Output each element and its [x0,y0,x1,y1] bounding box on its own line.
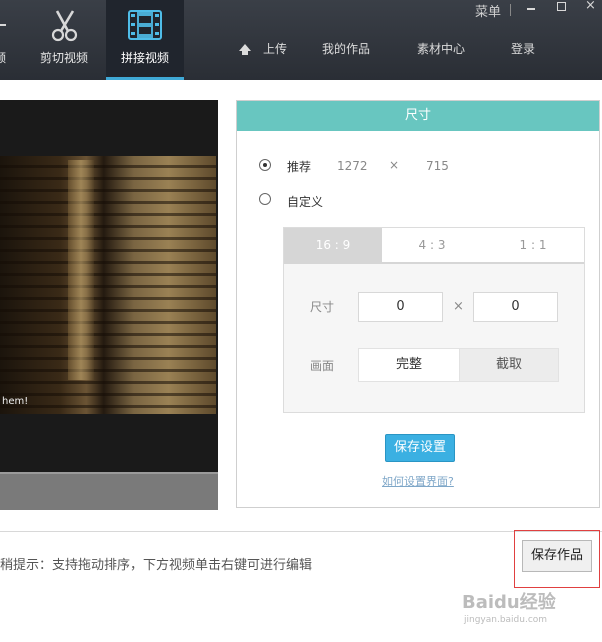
home-icon-base [242,51,248,55]
radio-recommended[interactable] [259,159,271,171]
tab-add-video-label: 频 [0,51,7,65]
mode-crop-button[interactable]: 截取 [459,348,559,382]
tab-ratio-16-9[interactable]: 16 : 9 [284,228,382,262]
tab-cut-video[interactable]: 剪切视频 [30,0,98,80]
nav-login[interactable]: 登录 [511,40,535,57]
ratio-box: 16 : 9 4 : 3 1 : 1 尺寸 0 × 0 画面 完整 截取 [283,227,585,413]
size-panel: 尺寸 推荐 1272 × 715 自定义 16 : 9 4 : 3 1 : 1 … [236,100,600,508]
canvas-label: 画面 [310,359,335,373]
radio-custom[interactable] [259,193,271,205]
tab-join-video[interactable]: 拼接视频 [106,0,184,80]
film-strip-icon [128,10,162,40]
maximize-icon[interactable] [557,2,566,11]
menu-separator [510,4,511,16]
nav-my-works[interactable]: 我的作品 [322,40,370,57]
tip-text: 稍提示：支持拖动排序，下方视频单击右键可进行编辑 [0,558,313,573]
minimize-icon[interactable] [527,8,535,10]
video-frame [0,156,216,414]
mode-full-button[interactable]: 完整 [358,348,460,382]
scissors-icon [51,10,78,42]
recommended-width: 1272 [337,159,368,173]
save-settings-button[interactable]: 保存设置 [385,434,455,462]
top-toolbar: 频 剪切视频 拼接视频 上传 我的作品 素材中心 登录 菜单 × [0,0,602,80]
width-input[interactable]: 0 [358,292,443,322]
recommended-times: × [389,158,400,172]
watermark-url: jingyan.baidu.com [464,615,548,625]
bottom-divider [0,531,602,532]
tab-ratio-1-1[interactable]: 1 : 1 [482,228,584,262]
ratio-tab-underline [284,262,584,264]
watermark-brand: Baidu经验 [462,592,556,613]
tab-ratio-4-3[interactable]: 4 : 3 [382,228,482,262]
home-icon [239,44,251,51]
tab-join-video-label: 拼接视频 [120,51,169,65]
video-frame-light [68,160,94,380]
tab-cut-video-label: 剪切视频 [39,51,88,65]
size-panel-title: 尺寸 [237,101,599,131]
video-control-bar[interactable] [0,472,218,510]
recommended-height: 715 [426,159,449,173]
custom-label: 自定义 [287,195,324,209]
nav-materials[interactable]: 素材中心 [417,40,465,57]
plus-icon [0,24,6,26]
size-label: 尺寸 [310,300,335,314]
size-times: × [453,299,464,314]
height-input[interactable]: 0 [473,292,558,322]
video-preview [0,100,218,508]
save-work-button[interactable]: 保存作品 [522,540,592,572]
video-subtitle: hem! [2,396,29,407]
nav-upload[interactable]: 上传 [263,40,287,57]
recommended-label: 推荐 [287,160,312,174]
menu-button[interactable]: 菜单 [475,1,501,20]
baidu-watermark: Baidu经验 jingyan.baidu.com [462,588,570,625]
close-icon[interactable]: × [585,0,596,13]
tab-add-video[interactable]: 频 [0,0,18,80]
help-link[interactable]: 如何设置界面? [382,473,454,489]
